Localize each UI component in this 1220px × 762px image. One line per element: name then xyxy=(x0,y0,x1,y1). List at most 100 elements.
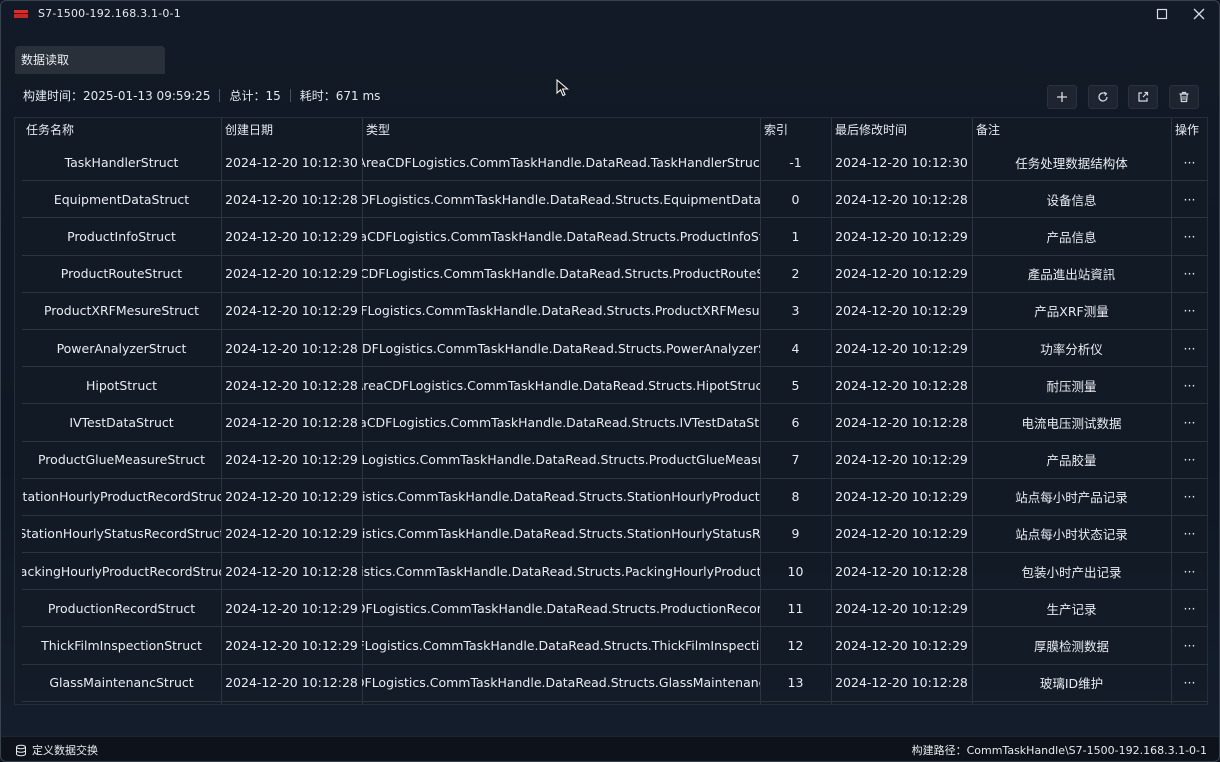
table-row[interactable]: EquipmentDataStruct 2024-12-20 10:12:28ea… xyxy=(22,181,1208,219)
row-actions-button[interactable]: ··· xyxy=(1171,665,1208,701)
cell-index: 11 xyxy=(787,600,804,616)
cell-created-date: 2024-12-20 10:12:29 xyxy=(225,489,358,505)
cell-note: 产品信息 xyxy=(1046,229,1097,245)
delete-button[interactable] xyxy=(1169,85,1199,109)
table-row[interactable]: ProductXRFMesureStruct 2024-12-20 10:12:2… xyxy=(22,293,1208,330)
cell-note: 生产记录 xyxy=(1046,601,1097,617)
cell-type: eaCDFLogistics.CommTaskHandle.DataRead.S… xyxy=(362,191,760,207)
cell-created-date: 2024-12-20 10:12:28 xyxy=(225,675,358,691)
status-bar: 定义数据交换 构建路径：CommTaskHandle\S7-1500-192.1… xyxy=(1,736,1219,761)
table-row[interactable]: ProductInfoStruct2024-12-20 10:12:29Area… xyxy=(22,218,1208,256)
row-actions-button[interactable]: ··· xyxy=(1171,367,1208,403)
header-index[interactable]: 索引 xyxy=(760,118,831,144)
refresh-button[interactable] xyxy=(1088,85,1118,109)
cell-note: 產品進出站資訊 xyxy=(1027,267,1116,283)
row-actions-button[interactable]: ··· xyxy=(1171,404,1208,440)
row-actions-button[interactable]: ··· xyxy=(1171,590,1208,626)
row-actions-button[interactable]: ··· xyxy=(1171,181,1208,217)
cell-type: Logistics.CommTaskHandle.DataRead.Struct… xyxy=(362,526,760,542)
tab-data-read[interactable]: 数据读取 xyxy=(15,46,165,74)
row-actions-button[interactable]: ··· xyxy=(1171,218,1208,254)
cell-type: reaCDFLogistics.CommTaskHandle.DataRead.… xyxy=(362,266,760,282)
cell-type: CDFLogistics.CommTaskHandle.DataRead.Str… xyxy=(362,638,760,654)
row-actions-button[interactable]: ··· xyxy=(1171,293,1208,329)
add-button[interactable] xyxy=(1047,85,1077,109)
header-created-date[interactable]: 创建日期 xyxy=(221,118,362,144)
cell-index: 3 xyxy=(791,303,800,319)
cell-last-modified: 2024-12-20 10:12:28 xyxy=(835,675,968,691)
cell-created-date: 2024-12-20 10:12:28 xyxy=(225,563,358,579)
cell-created-date: 2024-12-20 10:12:29 xyxy=(225,526,358,542)
cell-type: AreaCDFLogistics.CommTaskHandle.DataRead… xyxy=(362,154,760,170)
row-actions-button[interactable]: ··· xyxy=(1171,256,1208,292)
table-row[interactable]: StationHourlyProductRecordStruct 2024-12-… xyxy=(22,479,1208,516)
build-path: 构建路径：CommTaskHandle\S7-1500-192.168.3.1-… xyxy=(911,744,1207,757)
row-actions-button[interactable]: ··· xyxy=(1171,442,1208,478)
cell-last-modified: 2024-12-20 10:12:29 xyxy=(835,303,968,319)
table-row[interactable]: StationHourlyStatusRecordStruct 2024-12-2… xyxy=(22,516,1208,554)
divider xyxy=(219,89,221,102)
status-left-label: 定义数据交换 xyxy=(32,744,98,757)
table-row[interactable]: GlassMaintenancStruct 2024-12-20 10:12:28… xyxy=(22,665,1208,702)
cell-task-name: EquipmentDataStruct xyxy=(53,191,190,207)
row-actions-button[interactable]: ··· xyxy=(1171,330,1208,366)
cell-index: 9 xyxy=(791,526,800,542)
export-button[interactable] xyxy=(1128,85,1158,109)
cell-task-name: GlassMaintenancStruct xyxy=(49,675,194,691)
cell-type: aCDFLogistics.CommTaskHandle.DataRead.St… xyxy=(362,675,760,691)
table-row[interactable]: HipotStruct 2024-12-20 10:12:28 AreaCDFLog… xyxy=(22,367,1208,405)
divider xyxy=(289,89,291,102)
cell-created-date: 2024-12-20 10:12:28 xyxy=(225,377,358,393)
cell-index: -1 xyxy=(789,154,802,170)
cell-type: eaCDFLogistics.CommTaskHandle.DataRead.S… xyxy=(362,340,760,356)
cell-created-date: 2024-12-20 10:12:28 xyxy=(225,191,358,207)
close-icon[interactable] xyxy=(1192,7,1206,21)
table-body: TaskHandlerStruct 2024-12-20 10:12:30 Area… xyxy=(22,144,1208,702)
cell-created-date: 2024-12-20 10:12:28 xyxy=(225,340,358,356)
cell-task-name: IVTestDataStruct xyxy=(69,414,174,430)
header-task-name[interactable]: 任务名称 xyxy=(22,118,221,144)
maximize-icon[interactable] xyxy=(1155,7,1169,21)
cell-created-date: 2024-12-20 10:12:28 xyxy=(225,414,358,430)
header-last-modified[interactable]: 最后修改时间 xyxy=(831,118,972,144)
status-define-exchange[interactable]: 定义数据交换 xyxy=(15,742,98,758)
cell-type: Logistics.CommTaskHandle.DataRead.Struct… xyxy=(362,489,760,505)
cell-type: AreaCDFLogistics.CommTaskHandle.DataRead… xyxy=(362,228,760,244)
database-icon xyxy=(16,744,26,756)
cell-index: 6 xyxy=(791,414,800,430)
row-actions-button[interactable]: ··· xyxy=(1171,553,1208,589)
cell-note: 站点每小时产品记录 xyxy=(1015,490,1128,506)
table-row[interactable]: PowerAnalyzerStruct 2024-12-20 10:12:28ea… xyxy=(22,330,1208,368)
table-row[interactable]: IVTestDataStruct 2024-12-20 10:12:28AreaC… xyxy=(22,404,1208,442)
table-row[interactable]: TaskHandlerStruct 2024-12-20 10:12:30 Area… xyxy=(22,144,1208,182)
refresh-icon xyxy=(1098,91,1108,102)
cell-type: Logistics.CommTaskHandle.DataRead.Struct… xyxy=(362,563,760,579)
cell-note: 包装小时产出记录 xyxy=(1021,564,1122,580)
elapsed-time: 耗时：671 ms xyxy=(299,89,381,103)
table-row[interactable]: ProductionRecordStruct 2024-12-20 10:12:2… xyxy=(22,590,1208,628)
cell-task-name: TaskHandlerStruct xyxy=(64,154,179,170)
cell-index: 10 xyxy=(787,563,804,579)
table-row[interactable]: ProductRouteStruct 2024-12-20 10:12:29 rea… xyxy=(22,256,1208,293)
window-title: S7-1500-192.168.3.1-0-1 xyxy=(38,7,181,20)
cell-note: 功率分析仪 xyxy=(1040,341,1103,357)
table-row[interactable]: ProductGlueMeasureStruct 2024-12-20 10:12… xyxy=(22,442,1208,479)
cell-last-modified: 2024-12-20 10:12:29 xyxy=(835,340,968,356)
table-row[interactable]: ThickFilmInspectionStruct 2024-12-20 10:1… xyxy=(22,627,1208,665)
cell-type: aCDFLogistics.CommTaskHandle.DataRead.St… xyxy=(362,600,760,616)
row-actions-button[interactable]: ··· xyxy=(1171,479,1208,515)
row-actions-button[interactable]: ··· xyxy=(1171,627,1208,663)
cell-last-modified: 2024-12-20 10:12:30 xyxy=(835,154,968,170)
header-note[interactable]: 备注 xyxy=(972,118,1171,144)
row-actions-button[interactable]: ··· xyxy=(1171,144,1208,180)
cell-index: 4 xyxy=(791,340,800,356)
export-icon xyxy=(1138,91,1149,102)
cell-type: AreaCDFLogistics.CommTaskHandle.DataRead… xyxy=(362,414,760,430)
table-header: 任务名称 创建日期 类型 索引 最后修改时间 备注 操作 xyxy=(15,118,1207,144)
cell-type: AreaCDFLogistics.CommTaskHandle.DataRead… xyxy=(362,377,760,393)
cell-index: 8 xyxy=(791,489,800,505)
row-actions-button[interactable]: ··· xyxy=(1171,516,1208,552)
table-row[interactable]: PackingHourlyProductRecordStruct 2024-12-… xyxy=(22,553,1208,591)
header-type[interactable]: 类型 xyxy=(362,118,760,144)
cell-note: 产品XRF测量 xyxy=(1034,304,1109,320)
